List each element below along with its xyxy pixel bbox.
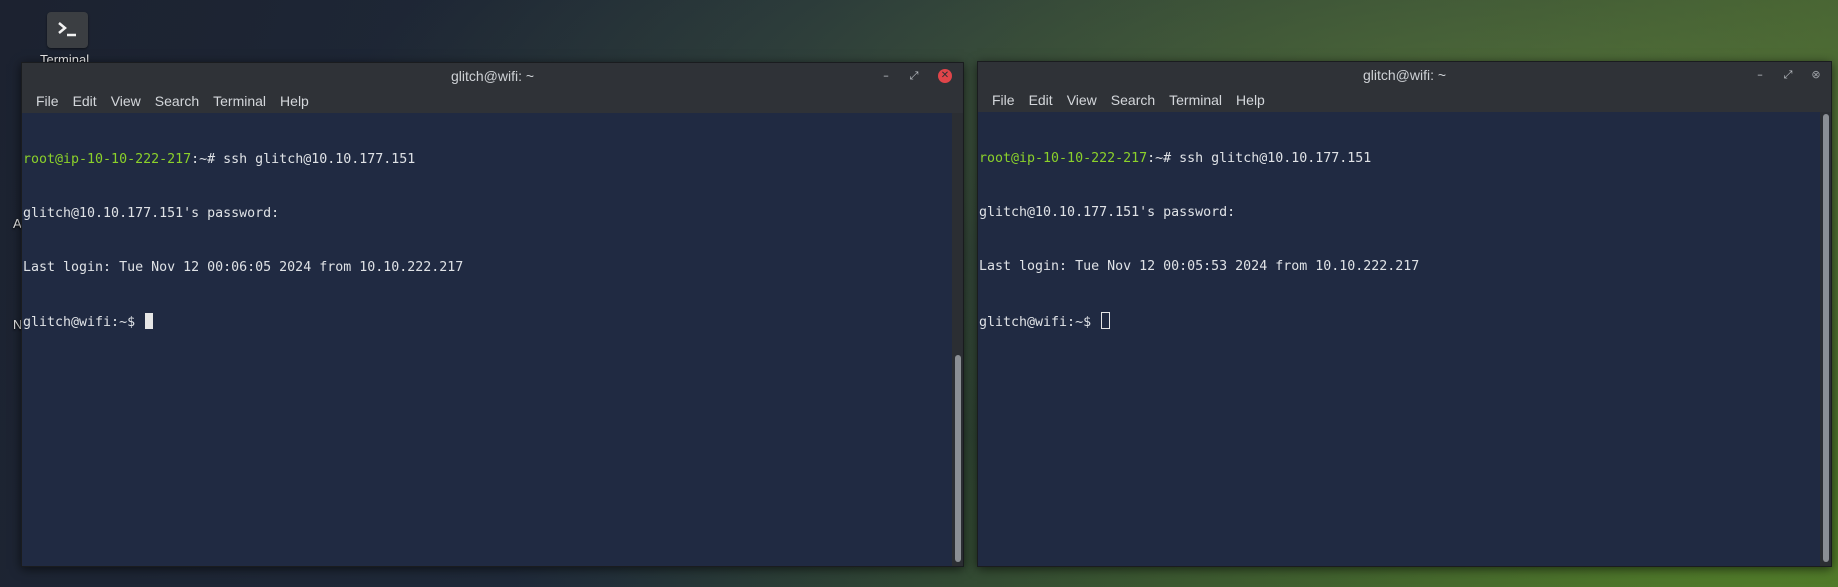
terminal-line: glitch@wifi:~$	[23, 313, 952, 331]
menu-edit[interactable]: Edit	[66, 89, 104, 113]
terminal-output[interactable]: root@ip-10-10-222-217:~# ssh glitch@10.1…	[22, 113, 952, 566]
terminal-line: root@ip-10-10-222-217:~# ssh glitch@10.1…	[23, 151, 952, 169]
scrollbar-thumb[interactable]	[955, 355, 961, 562]
terminal-window-right[interactable]: glitch@wifi: ~ – ⤢ ⊗ File Edit View Sear…	[977, 61, 1832, 567]
menu-view[interactable]: View	[104, 89, 148, 113]
menu-terminal[interactable]: Terminal	[206, 89, 273, 113]
window-titlebar[interactable]: glitch@wifi: ~ – ⤢ ⊗	[978, 62, 1831, 88]
terminal-icon	[58, 22, 76, 37]
desktop-terminal-icon[interactable]	[47, 12, 88, 48]
menubar: File Edit View Search Terminal Help	[22, 89, 963, 113]
shell-prompt: glitch@wifi:~$	[979, 315, 1100, 330]
window-titlebar[interactable]: glitch@wifi: ~ – ⤢ ✕	[22, 63, 963, 89]
terminal-window-left[interactable]: glitch@wifi: ~ – ⤢ ✕ File Edit View Sear…	[21, 62, 964, 567]
minimize-icon: –	[883, 69, 889, 82]
terminal-output[interactable]: root@ip-10-10-222-217:~# ssh glitch@10.1…	[978, 112, 1820, 566]
scrollbar-thumb[interactable]	[1823, 114, 1829, 562]
menubar: File Edit View Search Terminal Help	[978, 88, 1831, 112]
terminal-line: Last login: Tue Nov 12 00:06:05 2024 fro…	[23, 260, 464, 275]
menu-view[interactable]: View	[1060, 88, 1104, 112]
maximize-icon: ⤢	[1783, 68, 1793, 81]
command-text: :~# ssh glitch@10.10.177.151	[191, 152, 416, 167]
terminal-line: root@ip-10-10-222-217:~# ssh glitch@10.1…	[979, 150, 1820, 168]
close-button[interactable]: ✕	[938, 69, 952, 83]
terminal-line: glitch@10.10.177.151's password:	[23, 206, 280, 221]
maximize-button[interactable]: ⤢	[1781, 68, 1795, 82]
terminal-line: glitch@wifi:~$	[979, 312, 1820, 330]
menu-search[interactable]: Search	[1104, 88, 1162, 112]
menu-file[interactable]: File	[985, 88, 1022, 112]
shell-prompt: glitch@wifi:~$	[23, 315, 144, 330]
menu-search[interactable]: Search	[148, 89, 206, 113]
text-cursor	[1101, 312, 1111, 329]
window-title: glitch@wifi: ~	[450, 68, 535, 84]
menu-help[interactable]: Help	[273, 89, 316, 113]
minimize-icon: –	[1757, 68, 1763, 81]
window-title: glitch@wifi: ~	[1362, 67, 1447, 83]
menu-file[interactable]: File	[29, 89, 66, 113]
desktop-terminal-label[interactable]: Terminal	[40, 52, 89, 62]
menu-terminal[interactable]: Terminal	[1162, 88, 1229, 112]
text-cursor	[145, 313, 154, 329]
close-icon: ✕	[940, 70, 950, 81]
minimize-button[interactable]: –	[879, 69, 893, 83]
minimize-button[interactable]: –	[1753, 68, 1767, 82]
close-icon: ⊗	[1811, 68, 1821, 81]
command-text: :~# ssh glitch@10.10.177.151	[1147, 151, 1372, 166]
menu-edit[interactable]: Edit	[1022, 88, 1060, 112]
terminal-line: glitch@10.10.177.151's password:	[979, 205, 1236, 220]
scrollbar[interactable]	[953, 113, 963, 566]
prompt-user-host: root@ip-10-10-222-217	[23, 152, 192, 167]
maximize-icon: ⤢	[909, 69, 919, 82]
terminal-line: Last login: Tue Nov 12 00:05:53 2024 fro…	[979, 259, 1420, 274]
maximize-button[interactable]: ⤢	[907, 69, 921, 83]
scrollbar[interactable]	[1821, 112, 1831, 566]
prompt-user-host: root@ip-10-10-222-217	[979, 151, 1148, 166]
menu-help[interactable]: Help	[1229, 88, 1272, 112]
close-button[interactable]: ⊗	[1809, 68, 1823, 82]
